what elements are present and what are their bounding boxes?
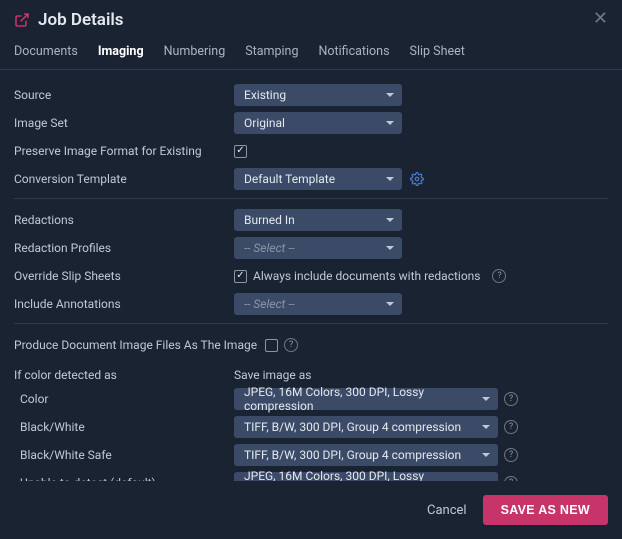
tab-stamping[interactable]: Stamping <box>245 38 298 69</box>
modal-header: Job Details ✕ <box>0 0 622 38</box>
redaction-profiles-label: Redaction Profiles <box>14 241 234 255</box>
help-icon[interactable]: ? <box>504 392 518 406</box>
bw-label: Black/White <box>14 420 234 434</box>
gear-icon[interactable] <box>410 172 424 186</box>
save-image-header: Save image as <box>234 368 311 382</box>
redaction-profiles-select[interactable]: -- Select -- <box>234 237 402 259</box>
unable-detect-select[interactable]: JPEG, 16M Colors, 300 DPI, Lossy compres… <box>234 472 498 481</box>
help-icon[interactable]: ? <box>504 448 518 462</box>
bw-safe-select[interactable]: TIFF, B/W, 300 DPI, Group 4 compression <box>234 444 498 466</box>
produce-doc-image-checkbox[interactable] <box>265 339 278 352</box>
source-label: Source <box>14 88 234 102</box>
color-select[interactable]: JPEG, 16M Colors, 300 DPI, Lossy compres… <box>234 388 498 410</box>
close-icon[interactable]: ✕ <box>593 10 608 28</box>
tab-imaging[interactable]: Imaging <box>98 38 144 69</box>
preserve-format-label: Preserve Image Format for Existing <box>14 144 234 158</box>
override-slip-sheets-checkbox[interactable] <box>234 270 247 283</box>
tab-slip-sheet[interactable]: Slip Sheet <box>410 38 465 69</box>
save-as-new-button[interactable]: SAVE AS NEW <box>483 495 608 525</box>
divider <box>14 198 608 199</box>
redactions-select[interactable]: Burned In <box>234 209 402 231</box>
tab-content: Source Existing Image Set Original Prese… <box>0 70 622 481</box>
conversion-template-select[interactable]: Default Template <box>234 168 402 190</box>
tab-notifications[interactable]: Notifications <box>318 38 389 69</box>
image-set-select[interactable]: Original <box>234 112 402 134</box>
include-annotations-label: Include Annotations <box>14 297 234 311</box>
help-icon[interactable]: ? <box>492 269 506 283</box>
job-details-icon <box>14 12 30 28</box>
override-slip-sheets-check-label: Always include documents with redactions <box>253 269 480 283</box>
divider <box>14 323 608 324</box>
help-icon[interactable]: ? <box>284 338 298 352</box>
source-select[interactable]: Existing <box>234 84 402 106</box>
conversion-template-label: Conversion Template <box>14 172 234 186</box>
override-slip-sheets-label: Override Slip Sheets <box>14 269 234 283</box>
produce-doc-image-label: Produce Document Image Files As The Imag… <box>14 338 257 352</box>
tab-documents[interactable]: Documents <box>14 38 78 69</box>
help-icon[interactable]: ? <box>504 420 518 434</box>
include-annotations-select[interactable]: -- Select -- <box>234 293 402 315</box>
if-color-header: If color detected as <box>14 368 234 382</box>
tab-numbering[interactable]: Numbering <box>164 38 226 69</box>
bw-safe-label: Black/White Safe <box>14 448 234 462</box>
tabs: Documents Imaging Numbering Stamping Not… <box>0 38 622 70</box>
modal-title: Job Details <box>38 10 124 30</box>
redactions-label: Redactions <box>14 213 234 227</box>
footer: Cancel SAVE AS NEW <box>0 481 622 539</box>
bw-select[interactable]: TIFF, B/W, 300 DPI, Group 4 compression <box>234 416 498 438</box>
cancel-button[interactable]: Cancel <box>427 503 467 518</box>
color-label: Color <box>14 392 234 406</box>
preserve-format-checkbox[interactable] <box>234 145 247 158</box>
image-set-label: Image Set <box>14 116 234 130</box>
